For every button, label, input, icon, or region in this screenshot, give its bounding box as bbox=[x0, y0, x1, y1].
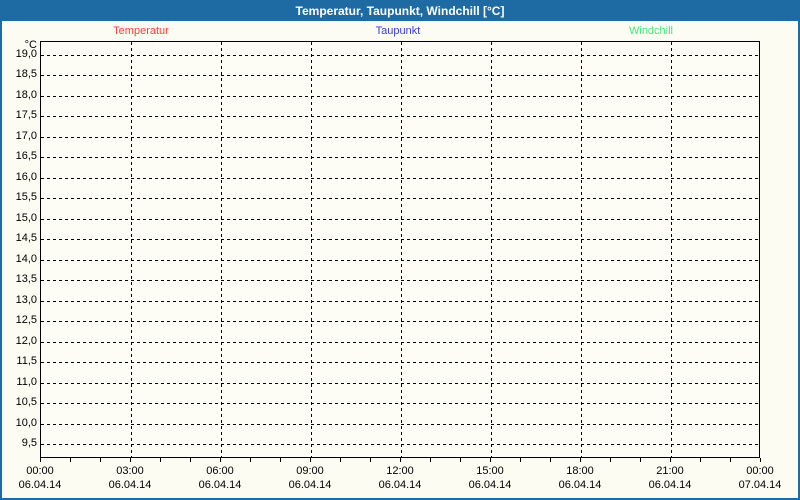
y-axis-tick-label: 11,0 bbox=[16, 375, 37, 388]
x-axis-tick bbox=[340, 458, 341, 462]
plot-area bbox=[40, 41, 760, 458]
y-axis-tick-label: 9,5 bbox=[21, 437, 37, 449]
y-axis-tick-label: 10,5 bbox=[15, 396, 37, 409]
x-axis-time-label: 09:00 bbox=[296, 465, 324, 477]
y-gridline bbox=[41, 239, 759, 241]
y-axis-tick-label: 14,5 bbox=[15, 232, 37, 245]
x-axis-tick bbox=[640, 458, 641, 462]
y-axis-tick-label: 15,0 bbox=[15, 211, 37, 224]
x-axis-tick bbox=[40, 458, 41, 462]
x-axis-tick bbox=[130, 458, 131, 462]
x-axis-tick bbox=[610, 458, 611, 462]
x-axis-date-label: 06.04.14 bbox=[288, 479, 332, 491]
x-axis-tick bbox=[100, 458, 101, 462]
x-gridline bbox=[491, 42, 492, 457]
y-axis-tick-label: 16,5 bbox=[15, 150, 37, 163]
y-gridline bbox=[41, 382, 759, 384]
y-axis-tick-label: 17,5 bbox=[15, 109, 37, 122]
y-gridline bbox=[41, 157, 759, 159]
x-axis-tick bbox=[490, 458, 491, 462]
x-axis-tick bbox=[520, 458, 521, 462]
x-axis-tick bbox=[370, 458, 371, 462]
x-axis-tick bbox=[430, 458, 431, 462]
y-axis-tick-label: 12,0 bbox=[15, 334, 37, 347]
x-axis-tick bbox=[730, 458, 731, 462]
x-axis-date-label: 07.04.14 bbox=[738, 479, 782, 491]
x-gridline bbox=[311, 42, 312, 457]
x-axis-tick bbox=[400, 458, 401, 462]
y-gridline bbox=[41, 177, 759, 179]
legend-item-taupunkt: Taupunkt bbox=[375, 25, 421, 37]
y-axis-tick-label: 18,5 bbox=[15, 68, 37, 81]
legend-item-windchill: Windchill bbox=[628, 25, 674, 37]
x-gridline bbox=[581, 42, 582, 457]
y-gridline bbox=[41, 341, 759, 343]
x-axis-tick bbox=[280, 458, 281, 462]
x-axis-date-label: 06.04.14 bbox=[378, 479, 422, 491]
x-axis-time-label: 03:00 bbox=[116, 465, 144, 477]
legend-item-temperatur: Temperatur bbox=[113, 25, 169, 37]
x-axis-tick bbox=[250, 458, 251, 462]
y-axis-tick-label: 12,5 bbox=[15, 314, 37, 327]
x-axis-time-label: 12:00 bbox=[386, 465, 414, 477]
x-axis-date-label: 06.04.14 bbox=[18, 479, 62, 491]
x-axis-date-label: 06.04.14 bbox=[108, 479, 152, 491]
x-axis-time-label: 00:00 bbox=[746, 465, 774, 477]
y-axis-tick-label: 16,0 bbox=[15, 170, 37, 183]
y-gridline bbox=[41, 95, 759, 97]
y-gridline bbox=[41, 218, 759, 220]
x-axis-date-label: 06.04.14 bbox=[648, 479, 692, 491]
x-axis-tick bbox=[550, 458, 551, 462]
x-gridline bbox=[221, 42, 222, 457]
x-axis-tick bbox=[580, 458, 581, 462]
x-axis-date-label: 06.04.14 bbox=[198, 479, 242, 491]
x-axis-tick bbox=[70, 458, 71, 462]
x-axis-time-label: 00:00 bbox=[26, 465, 54, 477]
y-axis-tick-label: 13,0 bbox=[15, 293, 37, 306]
y-gridline bbox=[41, 55, 759, 56]
x-axis-tick bbox=[190, 458, 191, 462]
y-gridline bbox=[41, 300, 759, 302]
y-gridline bbox=[41, 280, 759, 282]
y-axis-tick-label: 15,5 bbox=[15, 191, 37, 204]
y-gridline bbox=[41, 362, 759, 364]
x-axis-date-label: 06.04.14 bbox=[468, 479, 512, 491]
y-axis-tick-label: 18,0 bbox=[15, 88, 37, 101]
y-gridline bbox=[41, 136, 759, 138]
y-gridline bbox=[41, 403, 759, 405]
x-axis-tick bbox=[160, 458, 161, 462]
x-axis-date-label: 06.04.14 bbox=[558, 479, 602, 491]
y-gridline bbox=[41, 198, 759, 200]
x-axis-time-label: 18:00 bbox=[566, 465, 594, 477]
x-axis-tick bbox=[700, 458, 701, 462]
y-gridline bbox=[41, 75, 759, 77]
y-gridline bbox=[41, 259, 759, 261]
y-axis-tick-label: 13,5 bbox=[15, 273, 37, 286]
y-axis-tick-label: 19,0 bbox=[15, 48, 37, 60]
x-axis-tick bbox=[310, 458, 311, 462]
x-gridline bbox=[671, 42, 672, 457]
x-gridline bbox=[401, 42, 402, 457]
chart-title: Temperatur, Taupunkt, Windchill [°C] bbox=[2, 2, 798, 21]
y-axis-tick-label: 17,0 bbox=[15, 129, 37, 142]
x-axis-tick bbox=[670, 458, 671, 462]
y-gridline bbox=[41, 116, 759, 118]
y-gridline bbox=[41, 321, 759, 323]
x-axis-time-label: 06:00 bbox=[206, 465, 234, 477]
x-gridline bbox=[131, 42, 132, 457]
x-axis-time-label: 21:00 bbox=[656, 465, 684, 477]
y-axis-tick-label: 10,0 bbox=[15, 416, 37, 429]
x-axis-tick bbox=[460, 458, 461, 462]
x-axis-tick bbox=[760, 458, 761, 462]
x-axis-tick bbox=[220, 458, 221, 462]
y-axis-tick-label: 11,5 bbox=[16, 355, 37, 368]
y-gridline bbox=[41, 444, 759, 445]
y-gridline bbox=[41, 423, 759, 425]
y-axis-tick-label: 14,0 bbox=[15, 252, 37, 265]
x-axis-time-label: 15:00 bbox=[476, 465, 504, 477]
chart-window: Temperatur, Taupunkt, Windchill [°C] Tem… bbox=[0, 0, 800, 500]
